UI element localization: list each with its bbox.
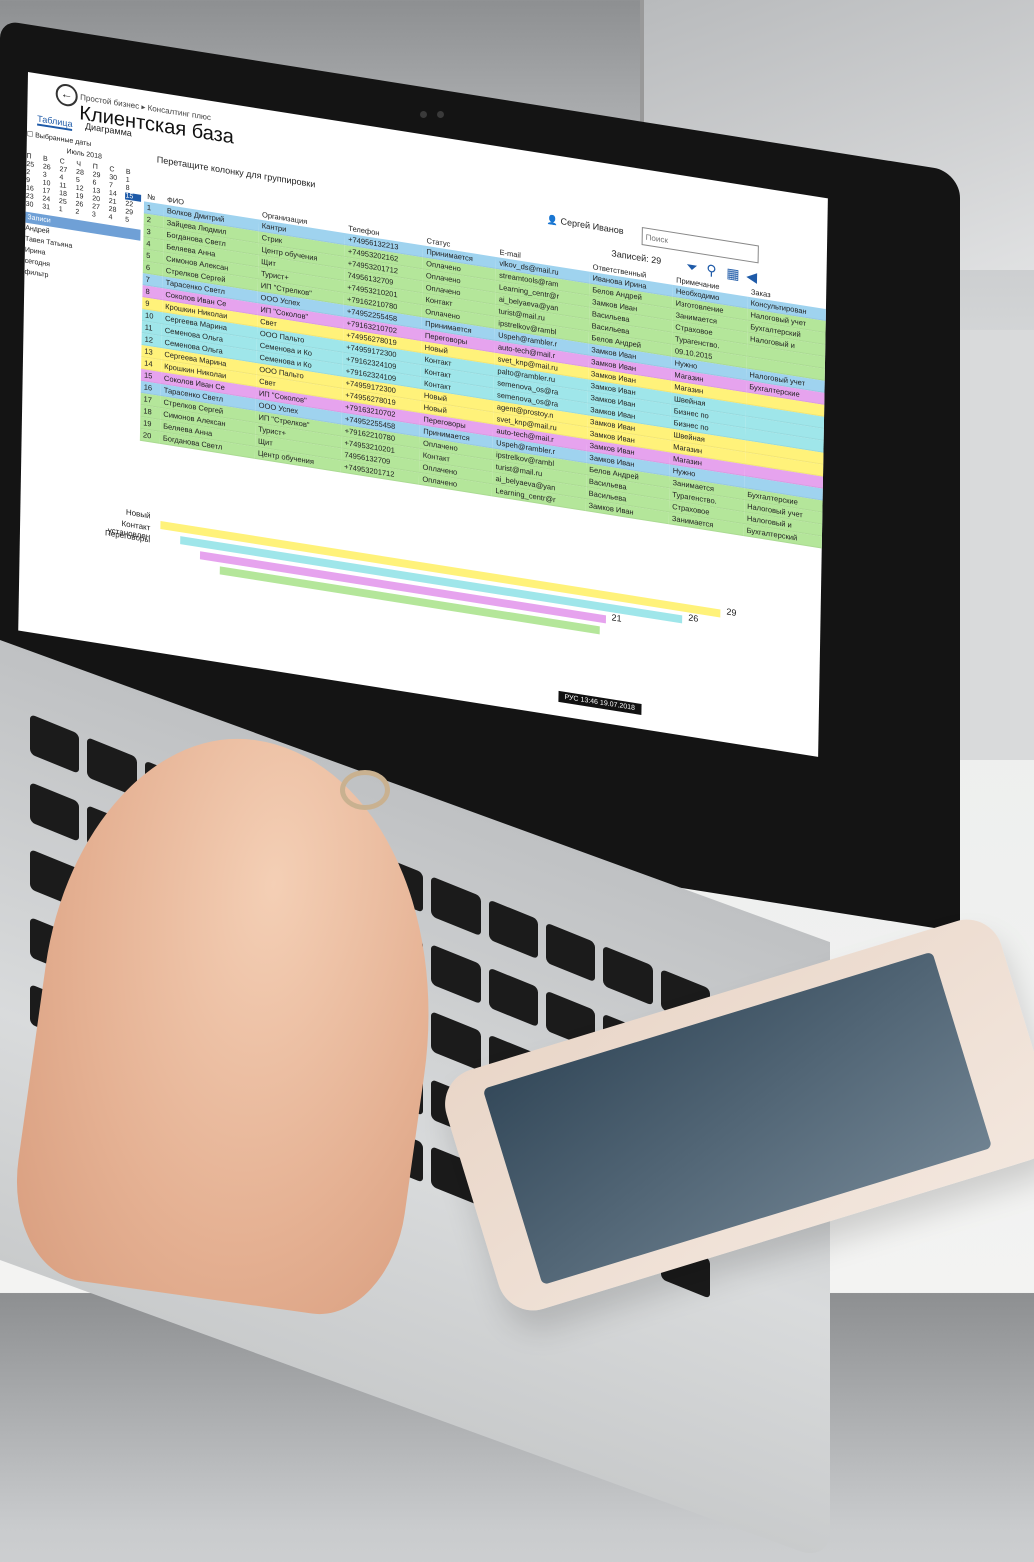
taskbar-lang[interactable]: РУС — [564, 694, 578, 703]
calendar-day[interactable]: 1 — [59, 206, 75, 215]
keyboard-key — [488, 899, 538, 960]
webcam — [420, 105, 460, 118]
sidebar: ☐ Выбранные даты Июль 2018 П В С Ч П С В 25 26 27… — [24, 130, 142, 296]
calendar-day[interactable]: 30 — [26, 201, 42, 210]
table-cell: 20 — [139, 428, 161, 444]
collapse-icon[interactable]: ◀ — [746, 268, 757, 287]
keyboard-key — [488, 966, 538, 1027]
keyboard-key — [431, 876, 481, 937]
calendar-day[interactable]: 4 — [108, 214, 124, 223]
chart-value-label: 29 — [726, 606, 737, 618]
ring — [340, 770, 390, 810]
keyboard-key — [545, 922, 596, 983]
user-name[interactable]: 👤 Сергей Иванов — [547, 214, 624, 237]
keyboard-key — [30, 781, 80, 842]
chart-value-label: 21 — [611, 612, 622, 624]
keyboard-key — [603, 945, 653, 1006]
calendar-day[interactable]: 2 — [75, 209, 91, 218]
taskbar-time[interactable]: 13:46 — [580, 696, 598, 706]
keyboard-key — [431, 943, 481, 1004]
back-arrow-icon[interactable]: ← — [55, 82, 78, 108]
calendar-day[interactable]: 3 — [92, 211, 108, 220]
filter-icon[interactable]: ⏷ — [686, 258, 697, 277]
calendar-day[interactable]: 5 — [125, 216, 141, 225]
columns-icon[interactable]: ▦ — [726, 264, 740, 283]
calendar-day[interactable]: 31 — [42, 203, 58, 212]
records-count: Записей: 29 — [611, 248, 662, 267]
chart-value-label: 26 — [688, 612, 699, 624]
search-icon[interactable]: ⚲ — [706, 261, 717, 280]
taskbar-date[interactable]: 19.07.2018 — [600, 699, 635, 712]
keyboard-key — [431, 1011, 481, 1072]
keyboard-key — [30, 714, 80, 774]
